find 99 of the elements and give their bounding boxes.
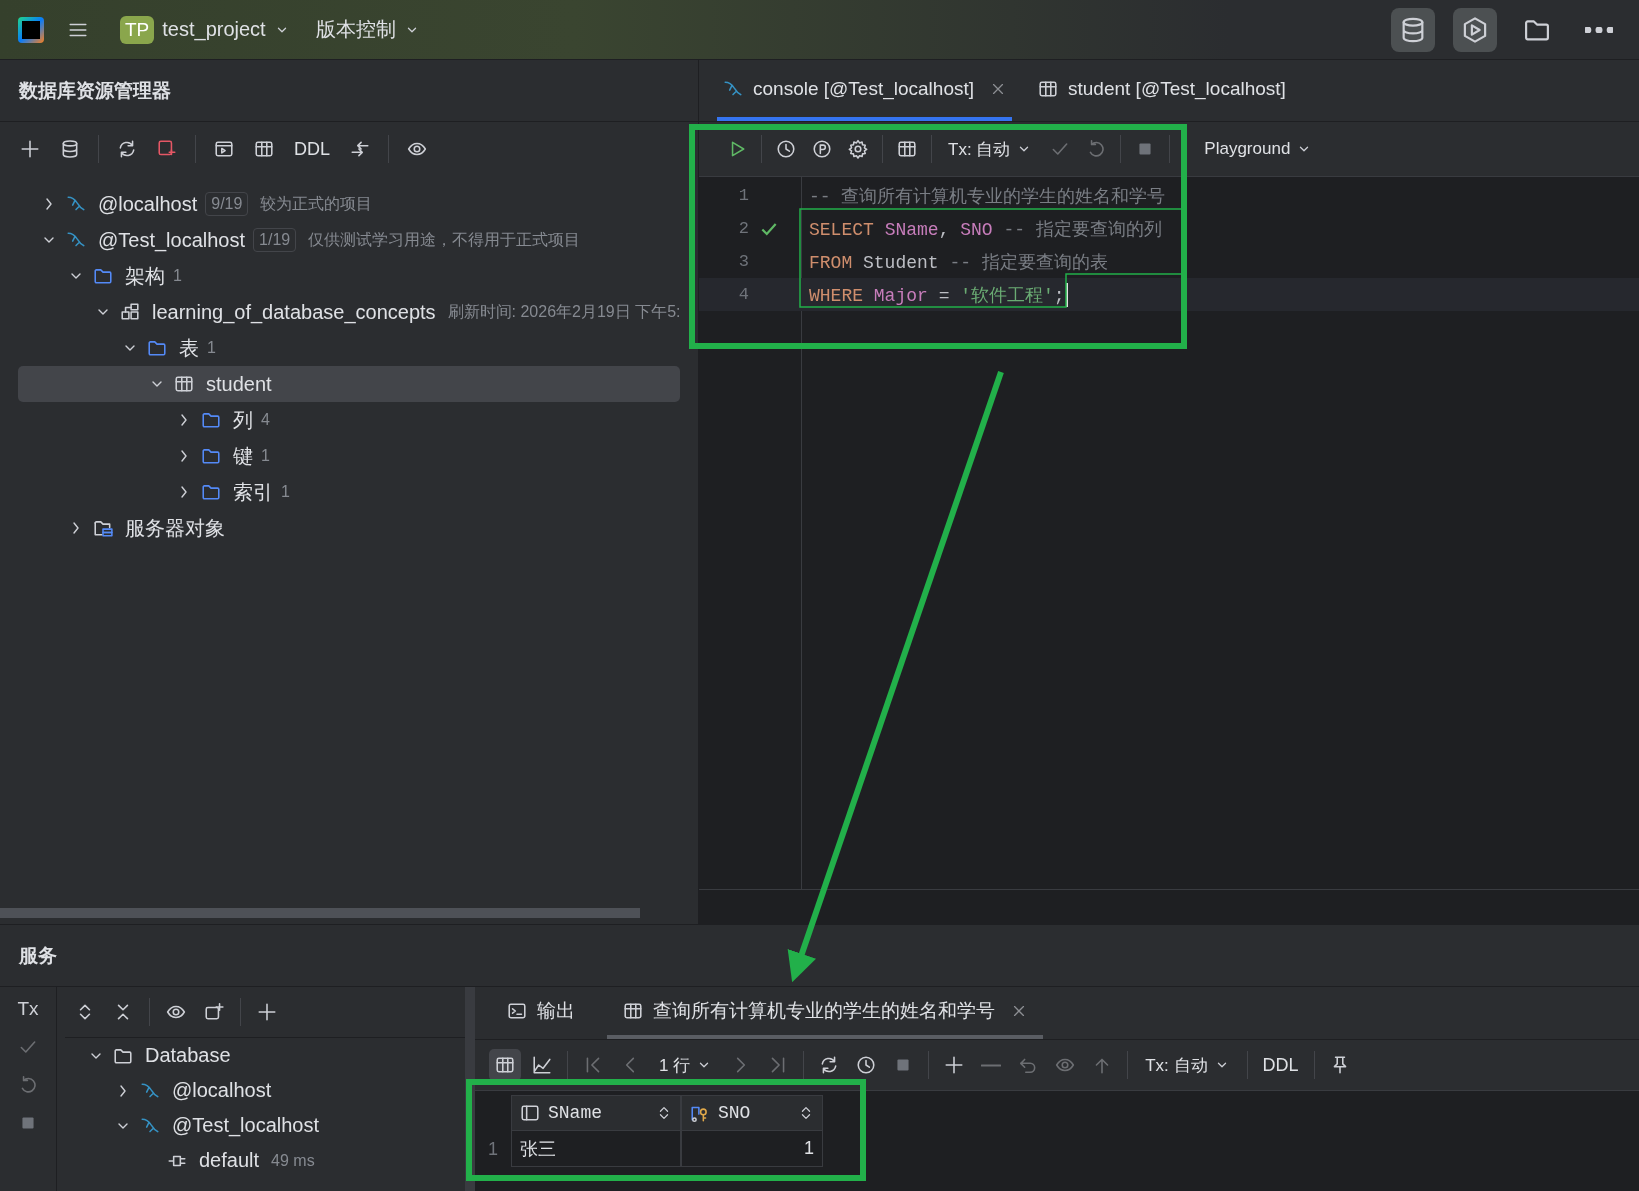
app-logo-icon[interactable] xyxy=(18,16,44,43)
tree-row[interactable]: @Test_localhost 1/19 仅供测试学习用途，不得用于正式项目 xyxy=(18,222,680,258)
tree-label: @Test_localhost xyxy=(98,228,246,252)
tree-label: @Test_localhost xyxy=(172,1114,320,1137)
tree-label: @localhost xyxy=(172,1079,272,1102)
tree-label: 表 xyxy=(179,335,199,361)
item-count: 1 xyxy=(207,339,216,357)
column-icon xyxy=(520,1103,540,1123)
plus-icon xyxy=(20,139,40,159)
code-line: WHERE Major = '软件工程'; xyxy=(809,284,1065,307)
hexagon-play-icon xyxy=(1461,15,1489,44)
item-note: 仅供测试学习用途，不得用于正式项目 xyxy=(308,229,581,250)
table-cell: 张三 xyxy=(511,1131,681,1167)
project-badge: TP xyxy=(120,15,155,44)
transaction-button[interactable]: Tx xyxy=(12,993,44,1025)
item-count: 1 xyxy=(173,267,182,285)
plus-icon xyxy=(944,1055,965,1075)
clock-icon xyxy=(856,1055,877,1075)
tree-row[interactable]: 索引 1 xyxy=(18,474,680,510)
tree-label: learning_of_database_concepts xyxy=(152,300,436,324)
result-tab[interactable]: 查询所有计算机专业的学生的姓名和学号 xyxy=(607,987,1043,1039)
item-note: 49 ms xyxy=(271,1151,315,1170)
panel-title: 数据库资源管理器 xyxy=(19,78,171,103)
refresh-icon xyxy=(117,139,137,159)
tree-label: 索引 xyxy=(233,479,273,505)
tree-label: student xyxy=(206,372,272,396)
column-header[interactable]: SNO xyxy=(681,1095,823,1131)
panel-title: 服务 xyxy=(19,943,57,968)
ddl-button[interactable]: DDL xyxy=(1256,1054,1305,1076)
vcs-menu[interactable]: 版本控制 xyxy=(315,16,420,43)
transaction-dropdown[interactable]: Tx: 自动 xyxy=(1137,1053,1238,1077)
row-number: 1 xyxy=(487,1137,499,1161)
line-number: 3 xyxy=(737,252,749,271)
tree-row[interactable]: learning_of_database_concepts 刷新时间: 2026年2月19日 下午5: xyxy=(18,294,680,330)
ddl-button[interactable]: DDL xyxy=(288,138,336,160)
item-count: 1 xyxy=(281,483,290,501)
item-count: 1/19 xyxy=(253,228,297,252)
table-cell: 1 xyxy=(681,1131,823,1167)
mode-dropdown[interactable]: Playground xyxy=(1196,139,1321,159)
tree-label: @localhost xyxy=(98,192,198,216)
tree-label: 键 xyxy=(233,443,253,469)
line-number: 1 xyxy=(737,186,749,205)
tree-row[interactable]: @localhost 9/19 较为正式的项目 xyxy=(18,186,680,222)
editor-tab[interactable]: student [@Test_localhost] xyxy=(1032,60,1292,121)
line-number: 2 xyxy=(737,219,749,238)
table-icon xyxy=(897,139,917,159)
item-count: 1 xyxy=(261,447,270,465)
p-circle-icon xyxy=(812,139,832,159)
database-tool-button[interactable] xyxy=(1391,7,1435,52)
arrows-icon xyxy=(350,139,370,159)
folder-icon xyxy=(201,410,221,430)
chart-icon xyxy=(532,1055,552,1075)
folder-icon xyxy=(93,266,113,286)
item-note: 刷新时间: 2026年2月19日 下午5: xyxy=(447,301,681,322)
folder-icon xyxy=(201,446,221,466)
add-window-icon xyxy=(204,1002,224,1022)
table-icon xyxy=(623,1001,643,1021)
table-view-button[interactable] xyxy=(489,1049,521,1081)
row-count-dropdown[interactable]: 1 行 xyxy=(651,1053,721,1077)
tree-row[interactable]: 架构 1 xyxy=(18,258,680,294)
database-icon xyxy=(60,139,80,159)
tree-label: default xyxy=(199,1149,260,1172)
line-number: 4 xyxy=(737,285,749,304)
tree-label: 架构 xyxy=(125,263,165,289)
table-icon xyxy=(174,374,194,394)
table-icon xyxy=(254,139,274,159)
tree-label: Database xyxy=(145,1044,231,1067)
folder-icon xyxy=(201,482,221,502)
tree-label: 服务器对象 xyxy=(125,515,225,541)
schema-icon xyxy=(120,302,140,322)
plus-icon xyxy=(257,1002,277,1022)
item-note: 较为正式的项目 xyxy=(260,193,373,214)
transaction-dropdown[interactable]: Tx: 自动 xyxy=(940,137,1041,161)
code-line: SELECT SName, SNO -- 指定要查询的列 xyxy=(809,218,1162,241)
console-icon xyxy=(507,1001,527,1021)
server-folder-icon xyxy=(93,518,113,538)
result-tab[interactable]: 输出 xyxy=(491,987,591,1039)
tree-label: 列 xyxy=(233,407,253,433)
more-icon xyxy=(1585,26,1613,33)
clock-icon xyxy=(776,139,796,159)
table-icon xyxy=(495,1055,515,1075)
code-line: -- 查询所有计算机专业的学生的姓名和学号 xyxy=(809,185,1166,208)
tree-row[interactable]: 表 1 xyxy=(18,330,680,366)
text-cursor xyxy=(1065,282,1068,307)
tree-row[interactable]: 列 4 xyxy=(18,402,680,438)
column-header[interactable]: SName xyxy=(511,1095,681,1131)
settings-icon xyxy=(848,139,868,159)
tree-row[interactable]: student xyxy=(18,366,680,402)
minus-icon xyxy=(981,1063,1002,1067)
project-selector[interactable]: TP test_project xyxy=(120,15,290,44)
code-line: FROM Student -- 指定要查询的表 xyxy=(809,251,1108,274)
item-count: 9/19 xyxy=(205,192,249,216)
tree-row[interactable]: 键 1 xyxy=(18,438,680,474)
tree-row[interactable]: 服务器对象 xyxy=(18,510,680,546)
folder-icon xyxy=(147,338,167,358)
services-tool-button[interactable] xyxy=(1453,7,1497,52)
scrollbar-thumb[interactable] xyxy=(0,908,640,918)
item-count: 4 xyxy=(261,411,270,429)
console-icon xyxy=(214,139,234,159)
